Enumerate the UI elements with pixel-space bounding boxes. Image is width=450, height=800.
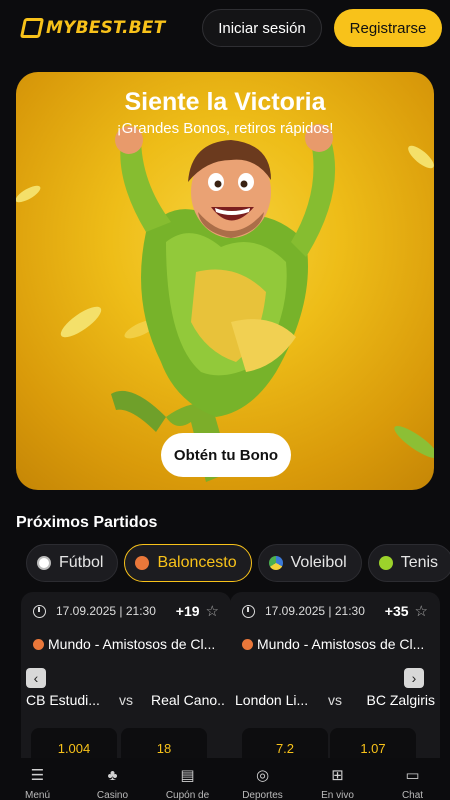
volleyball-icon	[268, 556, 283, 570]
nav-label: Menú	[24, 790, 50, 800]
carousel-next-button[interactable]: ›	[404, 668, 424, 688]
nav-label: Deportes	[242, 790, 283, 800]
match-teams: London Li... vs BC Zalgiris	[235, 692, 435, 708]
login-button[interactable]: Iniciar sesión	[202, 9, 322, 47]
logo-text: MYBEST.BET	[46, 18, 166, 38]
tennis-ball-icon	[378, 556, 393, 570]
home-team: CB Estudi...	[26, 692, 100, 708]
section-title: Próximos Partidos	[16, 514, 158, 531]
tab-label: Voleibol	[290, 554, 347, 571]
tab-label: Baloncesto	[157, 554, 237, 571]
league-name: Mundo - Amistosos de Cl...	[242, 636, 430, 652]
vs-label: vs	[119, 692, 133, 708]
sports-icon: ◎	[255, 767, 270, 784]
more-markets-count[interactable]: +19	[176, 603, 200, 619]
basketball-icon	[242, 638, 253, 650]
nav-label: En vivo	[321, 790, 354, 800]
tab-label: Fútbol	[59, 554, 104, 571]
away-team: BC Zalgiris	[366, 692, 435, 708]
nav-label: Chat	[401, 790, 424, 800]
match-datetime: 17.09.2025 | 21:30	[56, 604, 156, 618]
more-markets-count[interactable]: +35	[385, 603, 409, 619]
tab-voleibol[interactable]: Voleibol	[257, 544, 362, 582]
promo-banner[interactable]: Siente la Victoria ¡Grandes Bonos, retir…	[16, 72, 434, 490]
match-datetime: 17.09.2025 | 21:30	[265, 604, 365, 618]
banner-subtitle: ¡Grandes Bonos, retiros rápidos!	[116, 120, 334, 137]
register-button[interactable]: Registrarse	[334, 9, 442, 47]
tab-label: Tenis	[400, 554, 439, 571]
nav-sports[interactable]: ◎ Deportes	[228, 758, 298, 800]
get-bonus-button[interactable]: Obtén tu Bono	[161, 433, 291, 477]
live-icon: ⊞	[331, 767, 344, 784]
soccer-ball-icon	[37, 556, 51, 570]
nav-chat[interactable]: ▭ Chat	[378, 758, 448, 800]
header: MYBEST.BET Iniciar sesión Registrarse	[0, 0, 450, 56]
nav-label: Casino	[96, 790, 129, 800]
match-header: 17.09.2025 | 21:30 +19 ☆	[33, 601, 219, 621]
bottom-nav: ☰ Menú ♣ Casino ▤ Cupón de ◎ Deportes ⊞ …	[0, 758, 450, 800]
coupon-icon: ▤	[180, 767, 195, 784]
tab-futbol[interactable]: Fútbol	[26, 544, 119, 582]
home-team: London Li...	[235, 692, 309, 708]
tab-tenis[interactable]: Tenis	[367, 544, 450, 582]
basketball-icon	[33, 638, 44, 650]
banner-title: Siente la Victoria	[124, 88, 326, 116]
timer-icon	[33, 604, 46, 618]
menu-icon: ☰	[30, 767, 45, 784]
sport-tabs: Fútbol Baloncesto Voleibol Tenis	[26, 544, 450, 582]
league-label: Mundo - Amistosos de Cl...	[48, 636, 216, 652]
match-teams: CB Estudi... vs Real Cano...	[26, 692, 226, 708]
nav-casino[interactable]: ♣ Casino	[78, 758, 148, 800]
away-team: Real Cano...	[151, 692, 226, 708]
timer-icon	[242, 604, 255, 618]
favorite-star-icon[interactable]: ☆	[206, 602, 219, 620]
casino-icon: ♣	[107, 767, 118, 784]
nav-menu[interactable]: ☰ Menú	[3, 758, 73, 800]
logo-mark-icon	[19, 18, 45, 38]
basketball-icon	[135, 556, 150, 570]
league-label: Mundo - Amistosos de Cl...	[257, 636, 425, 652]
vs-label: vs	[328, 692, 342, 708]
nav-coupon[interactable]: ▤ Cupón de	[153, 758, 223, 800]
match-header: 17.09.2025 | 21:30 +35 ☆	[242, 601, 428, 621]
nav-live[interactable]: ⊞ En vivo	[303, 758, 373, 800]
chat-icon: ▭	[405, 767, 420, 784]
league-name: Mundo - Amistosos de Cl...	[33, 636, 221, 652]
carousel-prev-button[interactable]: ‹	[26, 668, 46, 688]
favorite-star-icon[interactable]: ☆	[415, 602, 428, 620]
tab-baloncesto[interactable]: Baloncesto	[124, 544, 252, 582]
nav-label: Cupón de	[165, 790, 210, 800]
logo[interactable]: MYBEST.BET	[19, 18, 166, 38]
